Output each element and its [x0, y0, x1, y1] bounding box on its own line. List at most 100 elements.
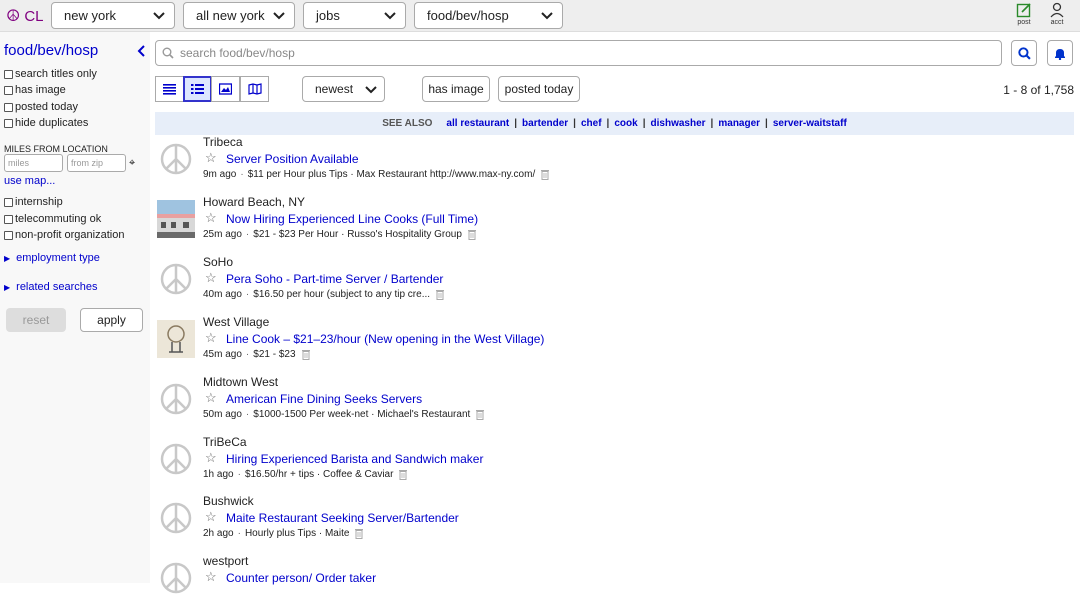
- hide-trash-icon[interactable]: [436, 289, 445, 300]
- result-row[interactable]: Midtown West ☆ American Fine Dining Seeks …: [155, 375, 1074, 435]
- result-thumbnail[interactable]: [157, 440, 195, 478]
- checkbox[interactable]: [4, 102, 13, 112]
- favorite-star-icon[interactable]: ☆: [205, 270, 217, 286]
- hide-trash-icon[interactable]: [399, 469, 408, 480]
- result-age: 1h ago: [203, 469, 234, 480]
- result-row[interactable]: westport ☆ Counter person/ Order taker: [155, 554, 1074, 614]
- hide-trash-icon[interactable]: [541, 169, 550, 180]
- thumb-view-button[interactable]: [183, 76, 212, 102]
- separator-dot: ·: [245, 229, 250, 240]
- result-thumbnail[interactable]: [157, 380, 195, 418]
- zip-input[interactable]: from zip: [67, 154, 126, 172]
- post-button[interactable]: post: [1009, 2, 1039, 26]
- separator-dot: ·: [245, 409, 250, 420]
- category-select[interactable]: food/bev/hosp: [414, 2, 563, 29]
- result-title-link[interactable]: Maite Restaurant Seeking Server/Bartende…: [226, 511, 459, 525]
- apply-button[interactable]: apply: [80, 308, 143, 332]
- checkbox[interactable]: [4, 197, 13, 207]
- result-title-link[interactable]: American Fine Dining Seeks Servers: [226, 392, 422, 406]
- separator: |: [710, 118, 714, 129]
- miles-input[interactable]: miles: [4, 154, 63, 172]
- posted-today-toggle[interactable]: posted today: [498, 76, 580, 102]
- related-searches-toggle[interactable]: ▶ related searches: [4, 281, 97, 293]
- favorite-star-icon[interactable]: ☆: [205, 330, 217, 346]
- filter-label: search titles only: [15, 68, 97, 80]
- see-also-all-restaurant[interactable]: all restaurant: [446, 118, 509, 129]
- result-age: 9m ago: [203, 169, 237, 180]
- filter-non-profit[interactable]: non-profit organization: [4, 229, 124, 241]
- see-also-dishwasher[interactable]: dishwasher: [651, 118, 706, 129]
- result-location: West Village: [203, 315, 270, 329]
- result-thumbnail[interactable]: [157, 499, 195, 537]
- map-view-button[interactable]: [240, 76, 269, 102]
- result-title-link[interactable]: Server Position Available: [226, 152, 359, 166]
- result-row[interactable]: SoHo ☆ Pera Soho - Part-time Server / Bart…: [155, 255, 1074, 315]
- result-title-link[interactable]: Hiring Experienced Barista and Sandwich …: [226, 452, 483, 466]
- result-thumbnail[interactable]: [157, 260, 195, 298]
- locate-me-icon[interactable]: ⌖: [129, 157, 135, 170]
- checkbox[interactable]: [4, 85, 13, 95]
- result-row[interactable]: Bushwick ☆ Maite Restaurant Seeking Server…: [155, 494, 1074, 554]
- hide-trash-icon[interactable]: [355, 528, 364, 539]
- see-also-server-waitstaff[interactable]: server-waitstaff: [773, 118, 847, 129]
- search-input[interactable]: search food/bev/hosp: [155, 40, 1002, 66]
- see-also-chef[interactable]: chef: [581, 118, 602, 129]
- filter-posted-today[interactable]: posted today: [4, 101, 78, 113]
- filter-search-titles-only[interactable]: search titles only: [4, 68, 97, 80]
- hide-trash-icon[interactable]: [467, 229, 476, 240]
- hide-trash-icon[interactable]: [476, 409, 485, 420]
- favorite-star-icon[interactable]: ☆: [205, 210, 217, 226]
- result-range: 1 - 8 of 1,758: [1003, 83, 1074, 97]
- see-also-manager[interactable]: manager: [718, 118, 760, 129]
- chevron-left-icon[interactable]: [136, 44, 146, 58]
- favorite-star-icon[interactable]: ☆: [205, 450, 217, 466]
- result-row[interactable]: West Village ☆ Line Cook – $21–23/hour (Ne…: [155, 315, 1074, 375]
- saved-search-alert-button[interactable]: [1047, 40, 1073, 66]
- result-title-link[interactable]: Now Hiring Experienced Line Cooks (Full …: [226, 212, 478, 226]
- sort-select[interactable]: newest: [302, 76, 385, 102]
- result-thumbnail[interactable]: [157, 140, 195, 178]
- result-age: 40m ago: [203, 289, 242, 300]
- sidebar: food/bev/hosp search titles only has ima…: [0, 32, 150, 583]
- result-thumbnail[interactable]: [157, 320, 195, 358]
- result-location: TriBeCa: [203, 435, 247, 449]
- favorite-star-icon[interactable]: ☆: [205, 150, 217, 166]
- checkbox[interactable]: [4, 118, 13, 128]
- filter-telecommuting-ok[interactable]: telecommuting ok: [4, 213, 101, 225]
- account-button[interactable]: acct: [1042, 2, 1072, 26]
- craigslist-logo[interactable]: ☮ CL: [6, 6, 44, 26]
- reset-button[interactable]: reset: [6, 308, 66, 332]
- result-details: Hourly plus Tips · Maite: [244, 528, 350, 539]
- see-also-bartender[interactable]: bartender: [522, 118, 568, 129]
- filter-internship[interactable]: internship: [4, 196, 63, 208]
- result-row[interactable]: Howard Beach, NY ☆ Now Hiring Experienced …: [155, 195, 1074, 255]
- result-title-link[interactable]: Line Cook – $21–23/hour (New opening in …: [226, 332, 544, 346]
- filter-has-image[interactable]: has image: [4, 84, 66, 96]
- checkbox[interactable]: [4, 69, 13, 79]
- filter-hide-duplicates[interactable]: hide duplicates: [4, 117, 88, 129]
- result-meta: 9m ago · $11 per Hour plus Tips · Max Rest…: [203, 169, 550, 180]
- result-thumbnail[interactable]: [157, 559, 195, 597]
- checkbox[interactable]: [4, 230, 13, 240]
- result-row[interactable]: Tribeca ☆ Server Position Available 9m ago ·…: [155, 135, 1074, 195]
- zip-placeholder: from zip: [71, 158, 104, 168]
- subarea-select[interactable]: all new york: [183, 2, 295, 29]
- section-select[interactable]: jobs: [303, 2, 406, 29]
- result-row[interactable]: TriBeCa ☆ Hiring Experienced Barista and S…: [155, 435, 1074, 495]
- checkbox[interactable]: [4, 214, 13, 224]
- area-select[interactable]: new york: [51, 2, 175, 29]
- peace-sign-icon: ☮: [6, 8, 21, 25]
- search-button[interactable]: [1011, 40, 1037, 66]
- employment-type-toggle[interactable]: ▶ employment type: [4, 252, 100, 264]
- separator-dot: ·: [245, 289, 250, 300]
- hide-trash-icon[interactable]: [301, 349, 310, 360]
- gallery-view-button[interactable]: [211, 76, 240, 102]
- result-thumbnail[interactable]: [157, 200, 195, 238]
- use-map-link[interactable]: use map...: [4, 175, 55, 187]
- list-view-button[interactable]: [155, 76, 184, 102]
- has-image-toggle[interactable]: has image: [422, 76, 490, 102]
- see-also-cook[interactable]: cook: [614, 118, 637, 129]
- favorite-star-icon[interactable]: ☆: [205, 509, 217, 525]
- result-title-link[interactable]: Pera Soho - Part-time Server / Bartender: [226, 272, 443, 286]
- favorite-star-icon[interactable]: ☆: [205, 390, 217, 406]
